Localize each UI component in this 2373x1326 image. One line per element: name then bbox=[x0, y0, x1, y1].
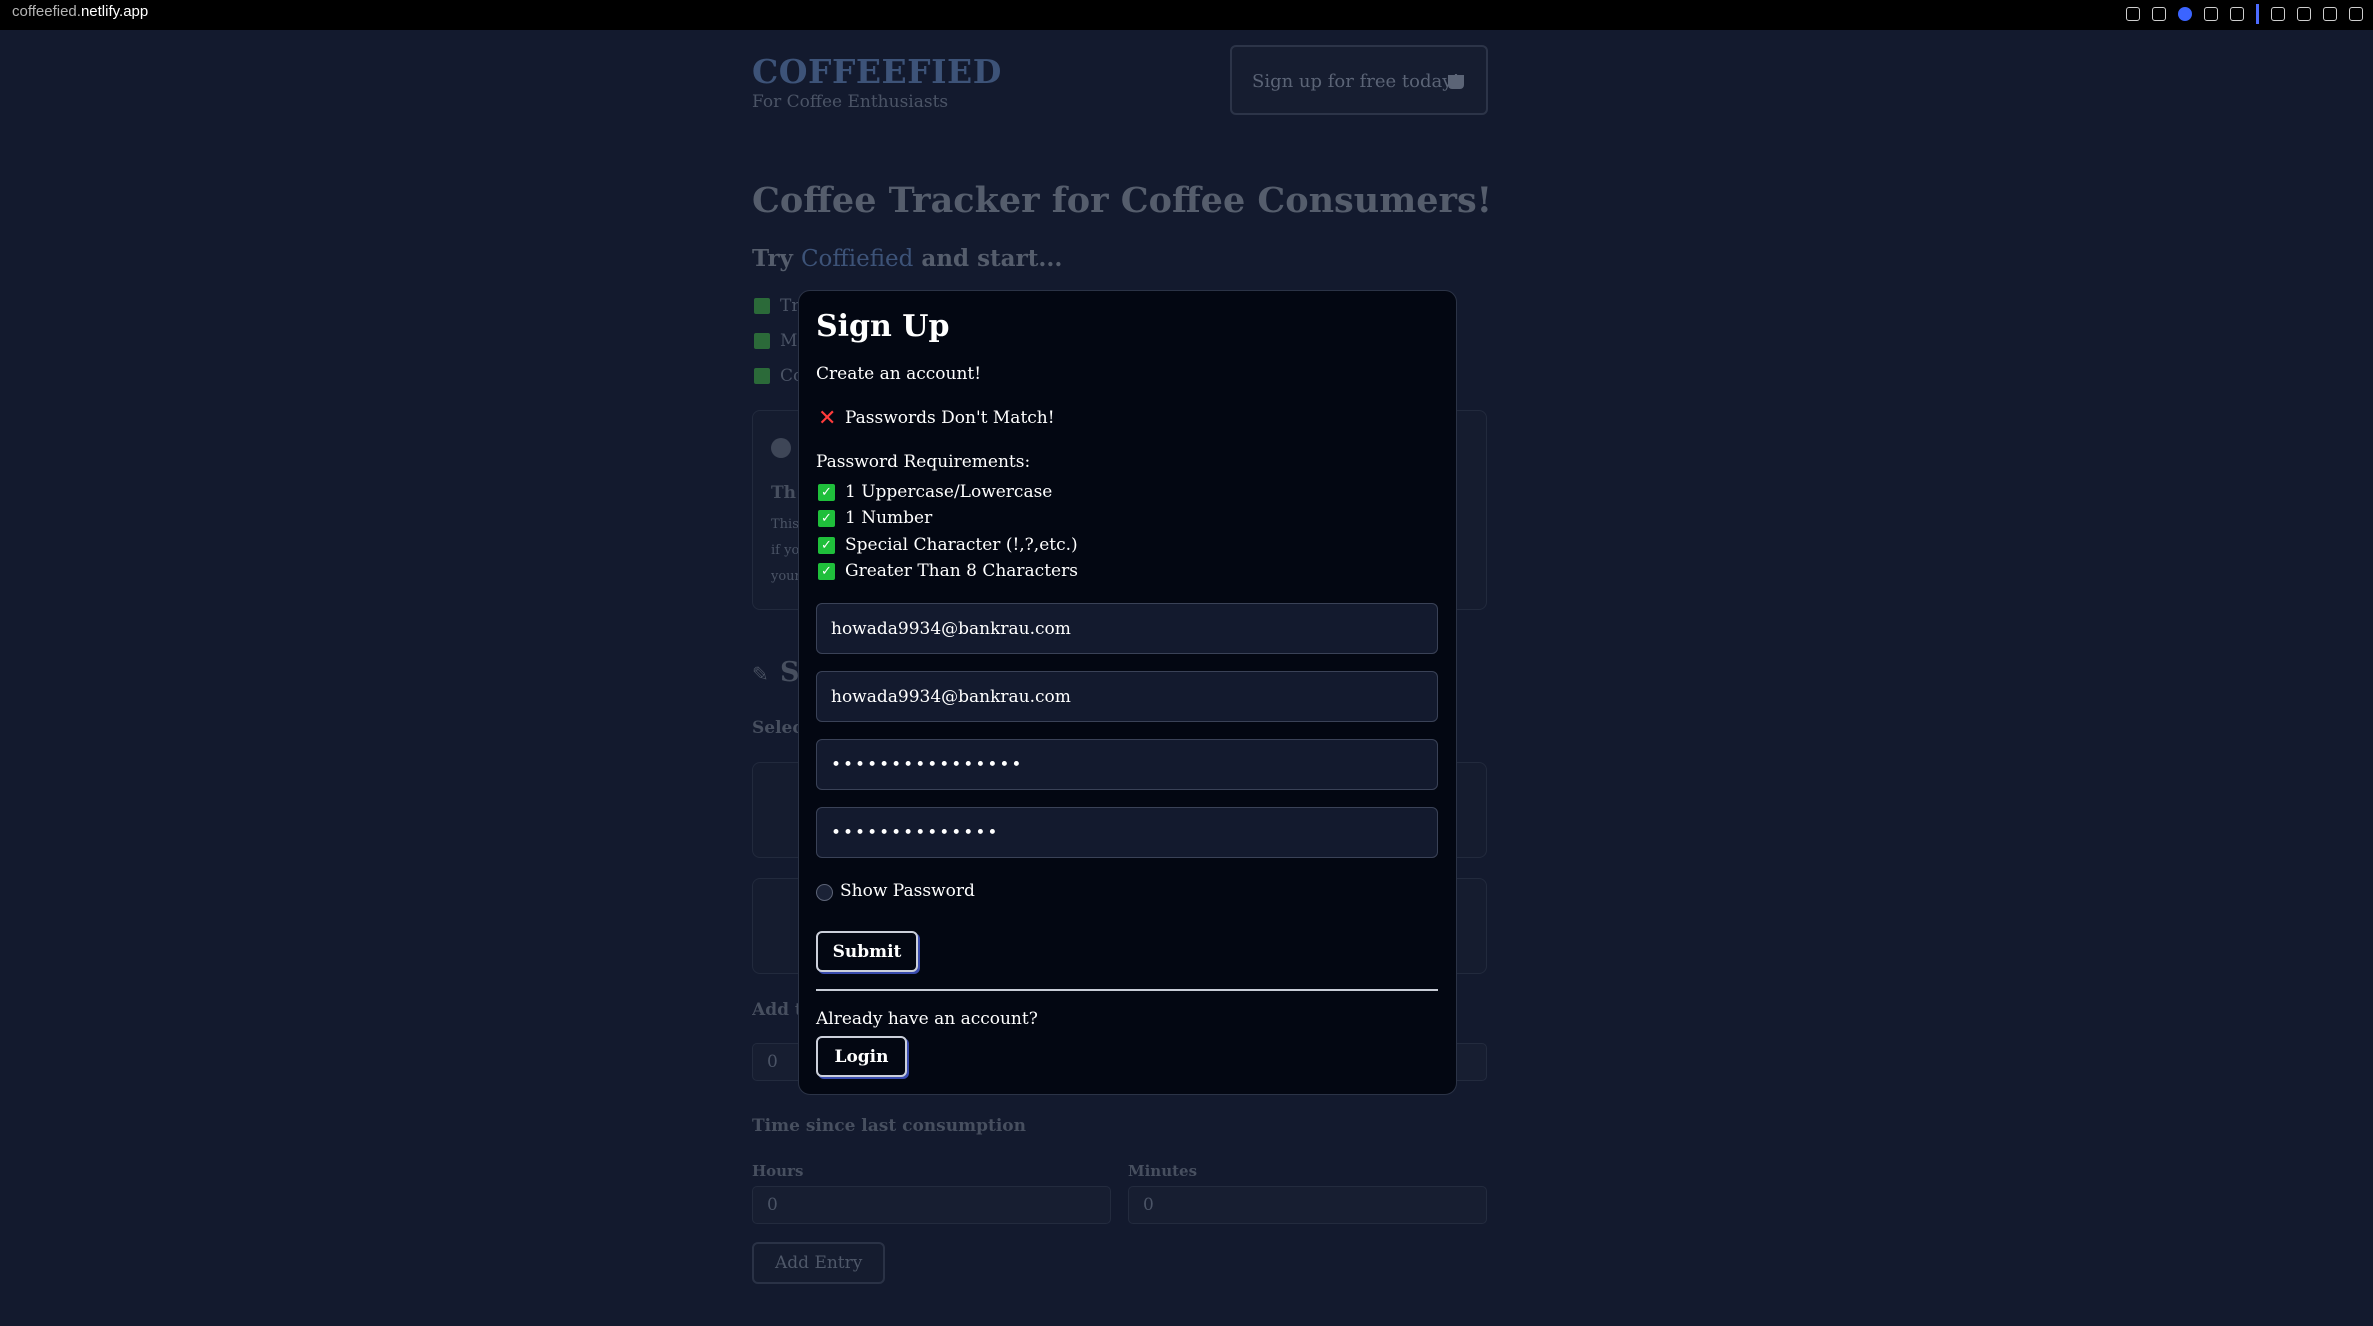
try-line: Try Coffiefied and start... bbox=[752, 245, 1062, 272]
requirement-label: 1 Number bbox=[845, 508, 933, 528]
requirement-item: ✓ Special Character (!,?,etc.) bbox=[818, 535, 1078, 555]
minutes-label: Minutes bbox=[1128, 1162, 1198, 1180]
camera-icon[interactable] bbox=[2152, 7, 2166, 21]
select-label: Selec bbox=[752, 718, 798, 738]
section-title: S bbox=[780, 657, 800, 688]
feature-item: M bbox=[780, 331, 798, 351]
check-icon: ✓ bbox=[818, 562, 835, 580]
hours-value: 0 bbox=[767, 1195, 778, 1215]
url-prefix: coffeefied. bbox=[12, 3, 81, 20]
submit-button[interactable]: Submit bbox=[816, 931, 918, 972]
coffee-cup-icon bbox=[1448, 75, 1464, 89]
cube-icon[interactable] bbox=[2271, 7, 2285, 21]
add-entry-button[interactable]: Add Entry bbox=[752, 1242, 886, 1284]
modal-title: Sign Up bbox=[816, 309, 950, 344]
info-icon bbox=[771, 438, 791, 458]
error-message: Passwords Don't Match! bbox=[845, 408, 1055, 428]
browser-toolbar: coffeefied.netlify.app bbox=[0, 0, 2373, 30]
info-line: your bbox=[771, 569, 801, 584]
feature-check-icon bbox=[754, 368, 770, 384]
show-password-label[interactable]: Show Password bbox=[840, 881, 975, 901]
toolbar-divider bbox=[2256, 4, 2259, 24]
password-field[interactable] bbox=[816, 739, 1438, 790]
modal-divider bbox=[816, 989, 1438, 991]
add-label: Add t bbox=[752, 1000, 798, 1020]
requirements-title: Password Requirements: bbox=[816, 452, 1031, 472]
minutes-input[interactable]: 0 bbox=[1128, 1186, 1487, 1224]
requirement-label: 1 Uppercase/Lowercase bbox=[845, 482, 1053, 502]
hours-input[interactable]: 0 bbox=[752, 1186, 1111, 1224]
tagline: For Coffee Enthusiasts bbox=[752, 92, 949, 112]
logo[interactable]: COFFEEFIED bbox=[752, 52, 1002, 91]
url-domain: netlify.app bbox=[80, 3, 149, 20]
try-brand: Coffiefied bbox=[800, 246, 914, 272]
check-icon: ✓ bbox=[818, 483, 835, 501]
menu-icon[interactable] bbox=[2349, 7, 2363, 21]
signup-modal: Sign Up Create an account! ✕ Passwords D… bbox=[798, 290, 1457, 1095]
url-bar[interactable]: coffeefied.netlify.app bbox=[12, 3, 148, 20]
play-icon[interactable] bbox=[2204, 7, 2218, 21]
requirement-item: ✓ 1 Number bbox=[818, 508, 932, 528]
hours-label: Hours bbox=[752, 1162, 804, 1180]
error-x-icon: ✕ bbox=[818, 406, 837, 431]
confirm-email-field[interactable] bbox=[816, 671, 1438, 722]
login-button[interactable]: Login bbox=[816, 1036, 907, 1077]
feature-check-icon bbox=[754, 298, 770, 314]
show-password-checkbox[interactable] bbox=[816, 884, 833, 901]
modal-subtitle: Create an account! bbox=[816, 364, 982, 384]
try-suffix: and start... bbox=[913, 245, 1063, 272]
page-headline: Coffee Tracker for Coffee Consumers! bbox=[752, 180, 1493, 221]
info-line: if yo bbox=[771, 543, 800, 558]
requirement-item: ✓ 1 Uppercase/Lowercase bbox=[818, 482, 1052, 502]
requirement-label: Greater Than 8 Characters bbox=[845, 561, 1078, 581]
try-prefix: Try bbox=[752, 245, 801, 272]
time-label: Time since last consumption bbox=[752, 1116, 1026, 1136]
signup-cta-label: Sign up for free today! bbox=[1252, 71, 1460, 92]
requirement-item: ✓ Greater Than 8 Characters bbox=[818, 561, 1078, 581]
pencil-icon: ✎ bbox=[752, 662, 769, 686]
confirm-password-field[interactable] bbox=[816, 807, 1438, 858]
feature-item: Tr bbox=[780, 296, 800, 316]
user-icon[interactable] bbox=[2297, 7, 2311, 21]
edit-icon[interactable] bbox=[2126, 7, 2140, 21]
feature-check-icon bbox=[754, 333, 770, 349]
already-account-text: Already have an account? bbox=[816, 1009, 1038, 1029]
email-field[interactable] bbox=[816, 603, 1438, 654]
download-icon[interactable] bbox=[2323, 7, 2337, 21]
browser-extension-icons bbox=[2126, 4, 2363, 24]
signup-cta-button[interactable]: Sign up for free today! bbox=[1230, 45, 1488, 115]
check-icon: ✓ bbox=[818, 536, 835, 554]
shield-icon[interactable] bbox=[2178, 7, 2192, 21]
info-title: Th bbox=[771, 483, 797, 503]
info-line: This bbox=[771, 517, 799, 532]
heart-icon[interactable] bbox=[2230, 7, 2244, 21]
feature-item: Co bbox=[780, 366, 800, 386]
amount-value: 0 bbox=[767, 1052, 778, 1072]
minutes-value: 0 bbox=[1143, 1195, 1154, 1215]
requirement-label: Special Character (!,?,etc.) bbox=[845, 535, 1078, 555]
check-icon: ✓ bbox=[818, 509, 835, 527]
